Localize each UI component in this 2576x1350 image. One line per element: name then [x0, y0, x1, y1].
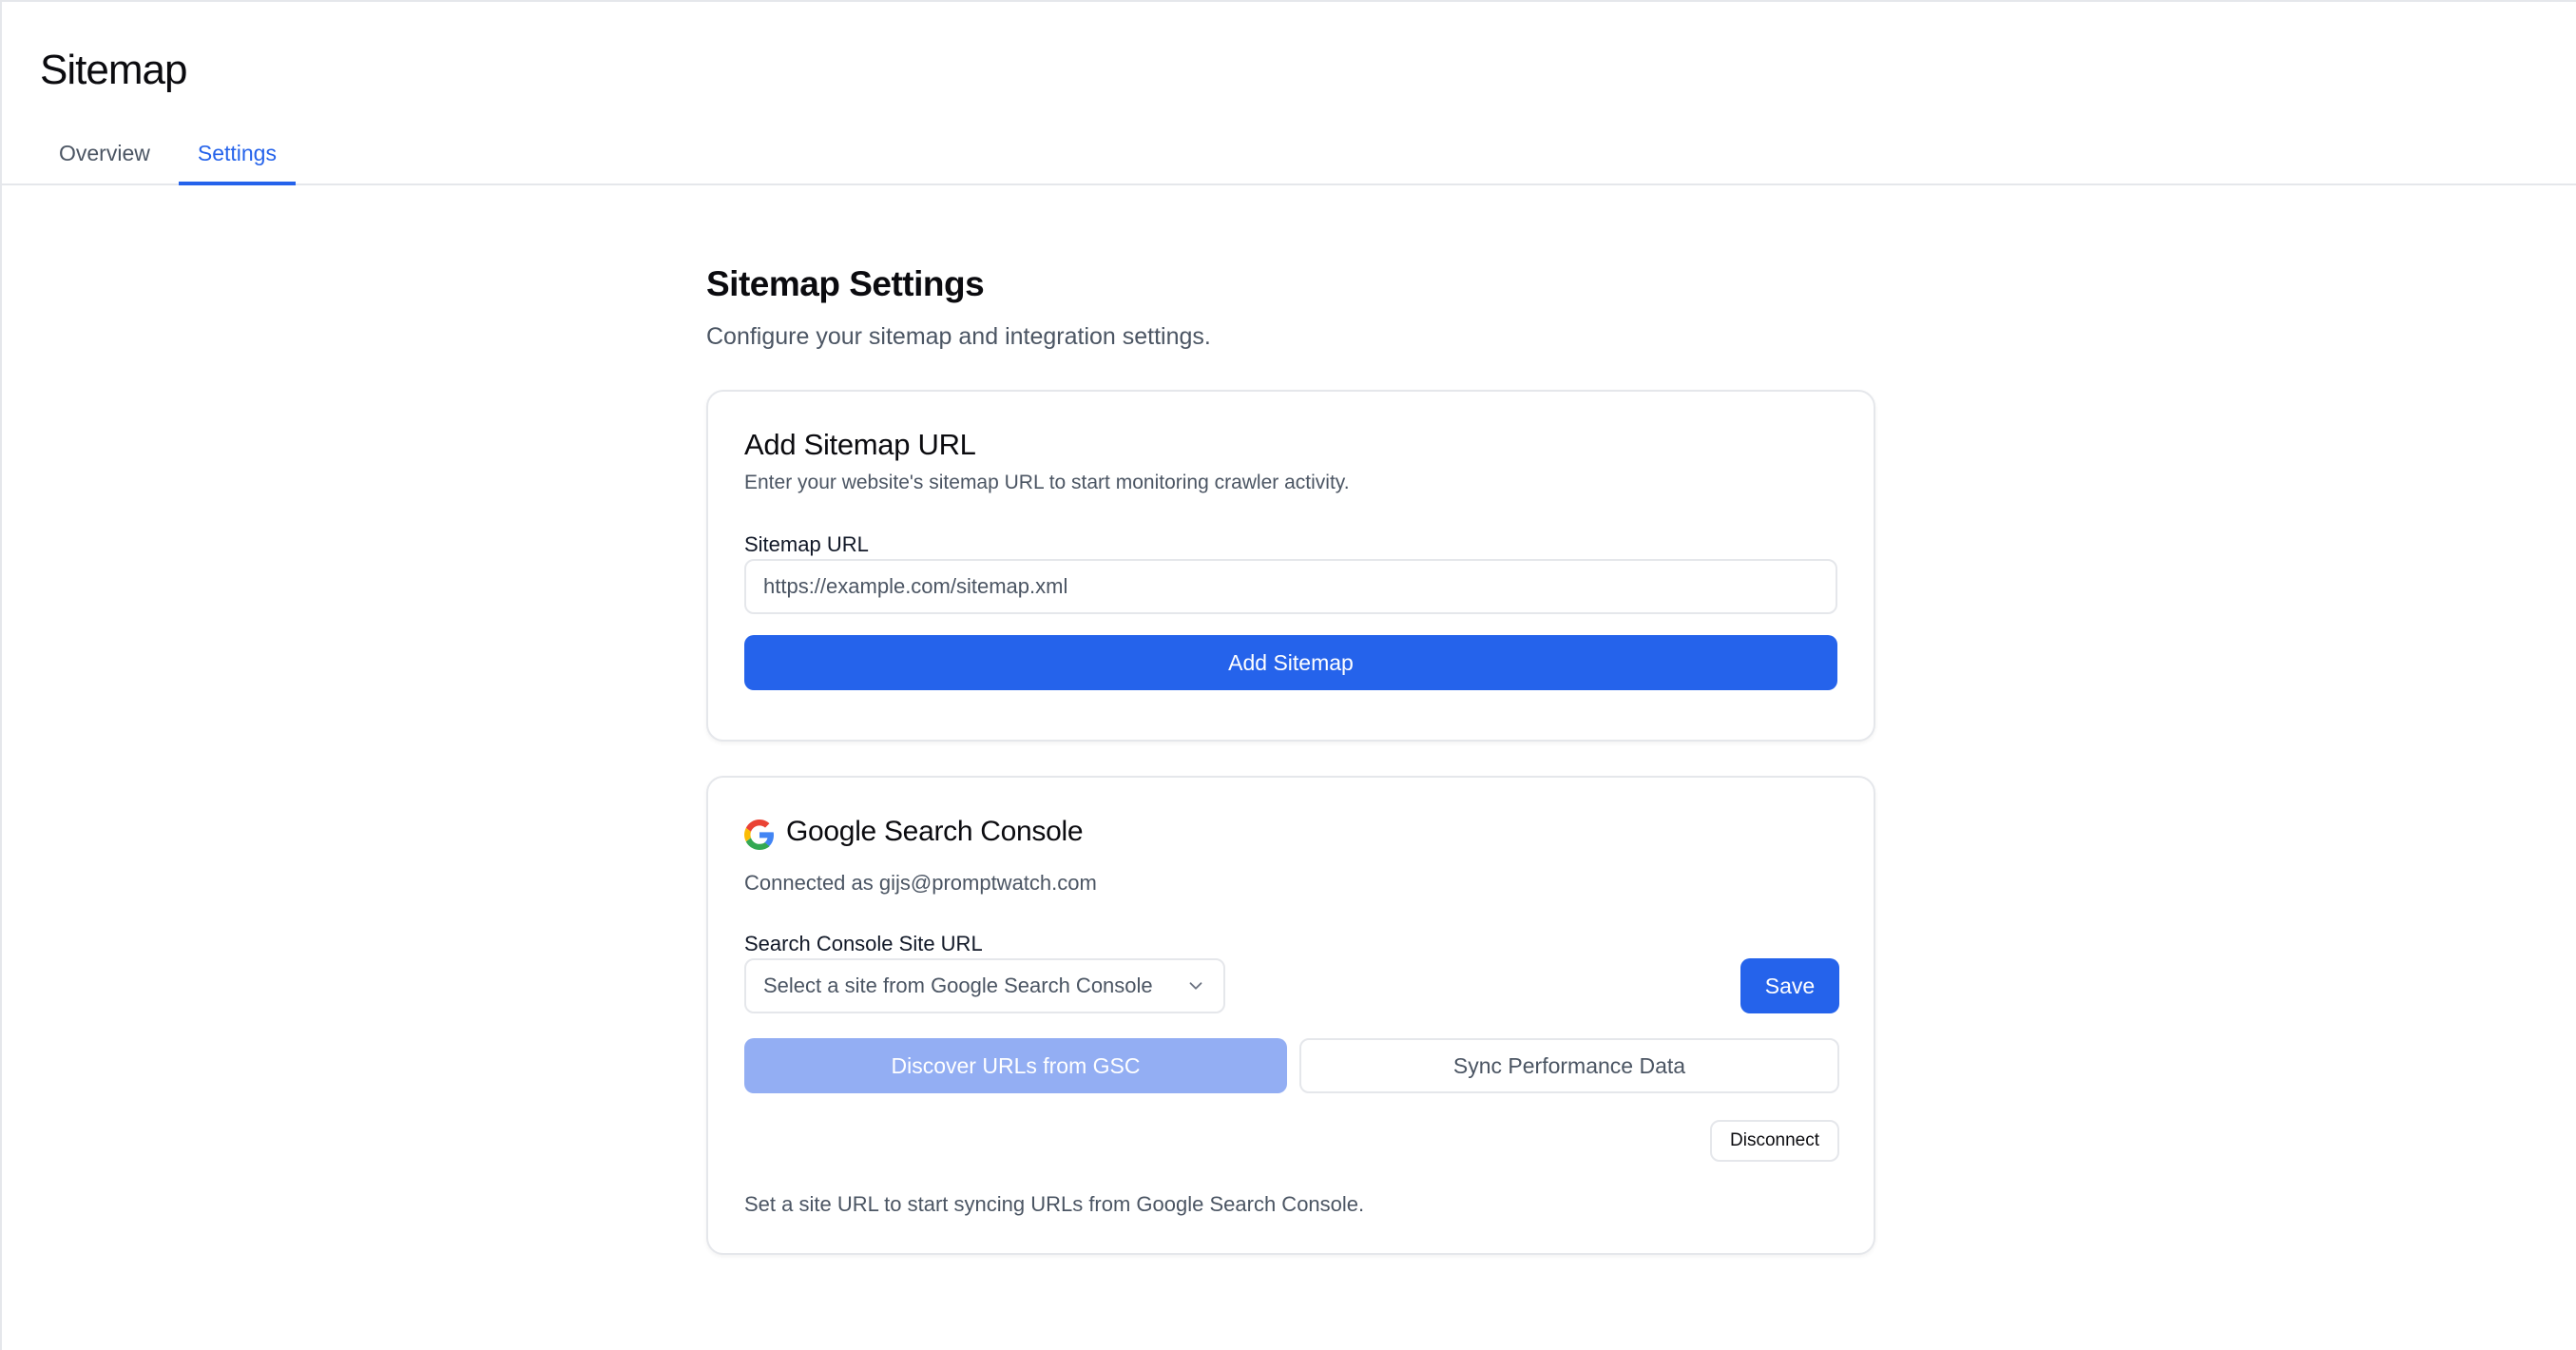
sitemap-url-label: Sitemap URL — [744, 532, 869, 556]
add-sitemap-title: Add Sitemap URL — [744, 428, 976, 461]
add-sitemap-card: Add Sitemap URL Enter your website's sit… — [706, 390, 1875, 742]
page-title: Sitemap — [40, 47, 187, 93]
gsc-hint: Set a site URL to start syncing URLs fro… — [744, 1192, 1365, 1216]
page-header: Sitemap Overview Settings — [2, 2, 2576, 185]
gsc-title: Google Search Console — [786, 816, 1084, 847]
google-icon — [744, 820, 775, 850]
tab-bar: Overview Settings — [40, 134, 305, 185]
gsc-connected-text: Connected as gijs@promptwatch.com — [744, 871, 1097, 895]
tab-settings[interactable]: Settings — [178, 134, 296, 185]
gsc-card: Google Search Console Connected as gijs@… — [706, 776, 1875, 1255]
tab-overview[interactable]: Overview — [40, 134, 169, 185]
gsc-site-select[interactable]: Select a site from Google Search Console — [744, 958, 1225, 1013]
chevron-down-icon — [1185, 975, 1206, 996]
section-title: Sitemap Settings — [706, 264, 985, 303]
gsc-site-select-value: Select a site from Google Search Console — [763, 974, 1153, 997]
sitemap-url-input[interactable]: https://example.com/sitemap.xml — [744, 559, 1837, 614]
sync-performance-button[interactable]: Sync Performance Data — [1299, 1038, 1839, 1093]
disconnect-button[interactable]: Disconnect — [1710, 1120, 1839, 1162]
settings-main: Sitemap Settings Configure your sitemap … — [706, 260, 1875, 1255]
section-subtitle: Configure your sitemap and integration s… — [706, 323, 1211, 350]
add-sitemap-button[interactable]: Add Sitemap — [744, 635, 1837, 690]
save-button[interactable]: Save — [1740, 958, 1839, 1013]
page: Sitemap Overview Settings Sitemap Settin… — [0, 0, 2576, 1350]
discover-urls-button[interactable]: Discover URLs from GSC — [744, 1038, 1287, 1093]
gsc-site-url-label: Search Console Site URL — [744, 932, 983, 955]
add-sitemap-description: Enter your website's sitemap URL to star… — [744, 472, 1350, 493]
